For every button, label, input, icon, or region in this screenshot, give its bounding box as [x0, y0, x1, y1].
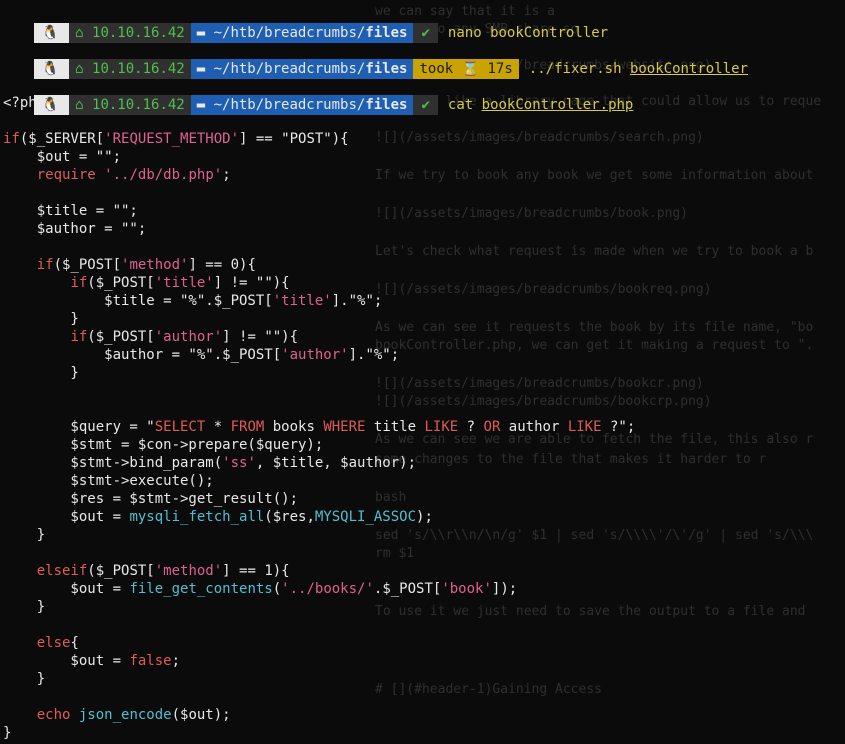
code-line: elseif($_POST['method'] == 1){: [36, 563, 290, 579]
code-line: $out = false;: [3, 653, 181, 669]
code-line: $title = "";: [3, 203, 138, 219]
code-line: if($_POST['method'] == 0){: [36, 257, 256, 273]
prompt-line-2: 🐧 ⌂ 10.10.16.42 ▬ ~/htb/breadcrumbs/files t…: [0, 39, 748, 79]
code-line: }: [3, 599, 46, 615]
code-line: <?php: [3, 95, 46, 111]
code-line: if($_POST['title'] != ""){: [70, 275, 290, 291]
code-line: $query = "SELECT * FROM books WHERE titl…: [3, 419, 636, 435]
code-line: if($_SERVER['REQUEST_METHOD'] == "POST")…: [3, 131, 349, 147]
code-line: $stmt = $con->prepare($query);: [3, 437, 324, 453]
code-line: $out = file_get_contents('../books/'.$_P…: [3, 581, 518, 597]
code-line: else{: [36, 635, 79, 651]
code-line: }: [3, 671, 46, 687]
code-line: $author = "";: [3, 221, 147, 237]
code-line: $stmt->bind_param('ss', $title, $author)…: [3, 455, 417, 471]
prompt-line-3: 🐧 ⌂ 10.10.16.42 ▬ ~/htb/breadcrumbs/files ✔…: [0, 75, 633, 115]
prompt-line-1: 🐧 ⌂ 10.10.16.42 ▬ ~/htb/breadcrumbs/files ✔…: [0, 3, 608, 43]
code-line: $title = "%".$_POST['title']."%";: [3, 293, 383, 309]
code-line: if($_POST['author'] != ""){: [70, 329, 299, 345]
code-line: $stmt->execute();: [3, 473, 214, 489]
code-line: }: [3, 527, 46, 543]
code-line: $res = $stmt->get_result();: [3, 491, 299, 507]
code-line: require '../db/db.php';: [36, 167, 231, 183]
code-line: echo json_encode($out);: [36, 707, 231, 723]
code-line: $author = "%".$_POST['author']."%";: [3, 347, 400, 363]
code-line: }: [3, 725, 12, 741]
php-source-output: <?php if($_SERVER['REQUEST_METHOD'] == "…: [3, 94, 635, 742]
code-line: }: [3, 365, 79, 381]
code-line: $out = mysqli_fetch_all($res,MYSQLI_ASSO…: [3, 509, 433, 525]
code-line: $out = "";: [3, 149, 122, 165]
code-line: }: [3, 311, 79, 327]
